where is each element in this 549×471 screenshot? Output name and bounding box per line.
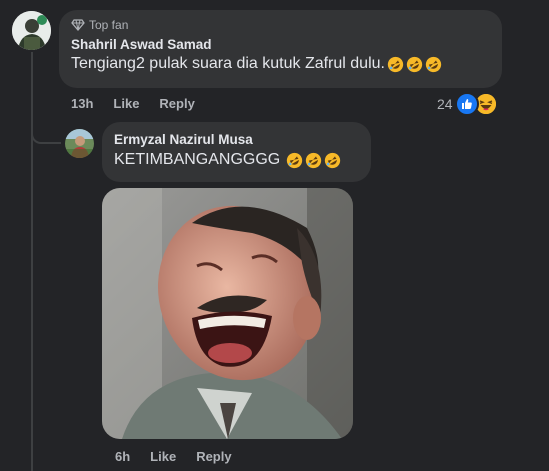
reply-time[interactable]: 6h (115, 449, 130, 464)
comment-author[interactable]: Shahril Aswad Samad (71, 37, 490, 52)
rofl-emoji-icon (306, 152, 322, 168)
like-icon (454, 92, 479, 116)
reply-reply-button[interactable]: Reply (196, 449, 231, 464)
rofl-emoji-icon (406, 56, 423, 72)
rofl-emoji-icon (387, 56, 404, 72)
comment-time[interactable]: 13h (71, 96, 93, 111)
reply-gif-attachment[interactable] (102, 188, 353, 439)
reply-text-row: KETIMBANGANGGGG (114, 151, 359, 169)
replier-avatar[interactable] (65, 129, 94, 158)
comment-text-row: Tengiang2 pulak suara dia kutuk Zafrul d… (71, 55, 490, 73)
thread-line-main (31, 52, 33, 471)
reaction-count: 24 (437, 96, 453, 112)
comment-text: Tengiang2 pulak suara dia kutuk Zafrul d… (71, 55, 385, 72)
reply-bubble: Ermyzal Nazirul Musa KETIMBANGANGGGG (102, 122, 371, 182)
top-fan-badge[interactable]: Top fan (71, 18, 490, 32)
rofl-emoji-icon (287, 152, 303, 168)
reply-actions: 6h Like Reply (115, 449, 252, 464)
comment-bubble: Top fan Shahril Aswad Samad Tengiang2 pu… (59, 10, 502, 88)
rofl-emoji-icon (425, 56, 442, 72)
reply-author[interactable]: Ermyzal Nazirul Musa (114, 132, 359, 147)
reply-like-button[interactable]: Like (150, 449, 176, 464)
diamond-icon (71, 19, 85, 31)
comment-like-button[interactable]: Like (113, 96, 139, 111)
comment-reply-button[interactable]: Reply (159, 96, 194, 111)
commenter-avatar[interactable] (12, 11, 51, 50)
rofl-emoji-icon (325, 152, 341, 168)
reply-text: KETIMBANGANGGGG (114, 151, 281, 168)
thread-line-branch (31, 130, 61, 144)
comment-thread: Top fan Shahril Aswad Samad Tengiang2 pu… (0, 0, 549, 471)
comment-actions: 13h Like Reply (71, 96, 215, 111)
comment-reactions[interactable]: 24 (437, 92, 498, 116)
top-fan-label: Top fan (89, 18, 129, 32)
